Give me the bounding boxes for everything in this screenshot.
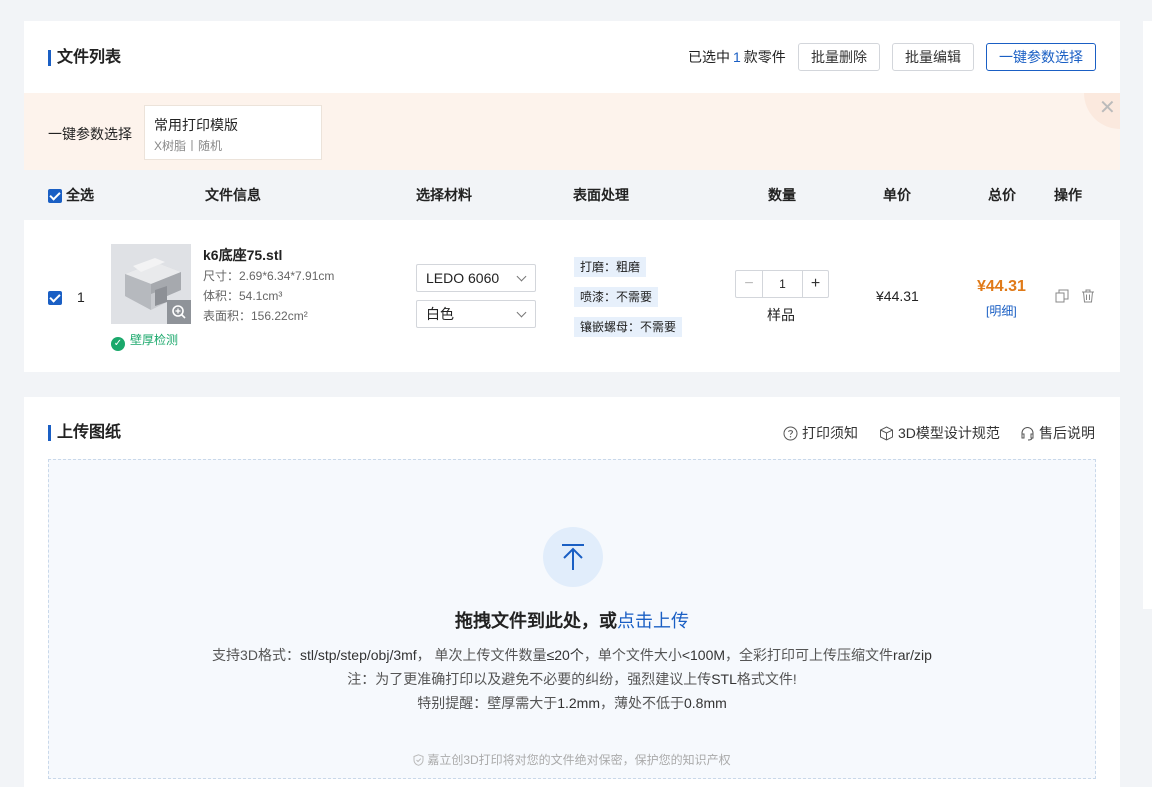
header-select-all[interactable]: 全选 (66, 187, 94, 203)
privacy-note: 嘉立创3D打印将对您的文件绝对保密，保护您的知识产权 (49, 753, 1095, 767)
header-actions: 操作 (1054, 187, 1082, 203)
file-list-card: 文件列表 已选中 1 款零件 批量删除 批量编辑 一键参数选择 一键参数选择 常用打… (24, 21, 1120, 372)
note-text-a: 注：为了更准确打印以及避免不必要的纠纷，强烈建议上传 (347, 671, 712, 687)
dropzone-title: 拖拽文件到此处，或点击上传 (49, 611, 1095, 631)
header-total-price: 总价 (988, 187, 1016, 203)
preset-template-subtitle: X树脂丨随机 (154, 139, 223, 153)
material-select[interactable]: LEDO 6060 (416, 264, 536, 292)
color-value: 白色 (426, 306, 454, 322)
header-quantity: 数量 (768, 187, 796, 203)
row-index: 1 (77, 289, 85, 305)
note-text-b: 格式文件! (736, 671, 797, 687)
zoom-icon[interactable] (167, 300, 191, 324)
upload-card: 上传图纸 打印须知 3D模型设计规范 售后说明 拖拽文件到此处，或点击上传 支持… (24, 397, 1120, 787)
design-spec-link[interactable]: 3D模型设计规范 (879, 425, 1000, 441)
design-spec-label: 3D模型设计规范 (898, 425, 1000, 441)
size-limit: <100M (681, 647, 726, 663)
color-select[interactable]: 白色 (416, 300, 536, 328)
quantity-stepper: − 1 + (735, 270, 829, 298)
upload-dropzone[interactable]: 拖拽文件到此处，或点击上传 支持3D格式：stl/stp/step/obj/3m… (48, 459, 1096, 779)
question-circle-icon (783, 426, 798, 441)
file-size: 尺寸：2.69*6.34*7.91cm (203, 269, 335, 283)
file-volume: 体积：54.1cm³ (203, 289, 283, 303)
material-value: LEDO 6060 (426, 270, 500, 286)
upload-arrow-icon[interactable] (543, 527, 603, 587)
zip-formats: rar/zip (893, 647, 932, 663)
drop-title-text: 拖拽文件到此处，或 (455, 611, 617, 631)
one-click-params-button[interactable]: 一键参数选择 (986, 43, 1096, 71)
shield-icon (413, 754, 424, 766)
wall-thickness-check[interactable]: ✓ 壁厚检测 (111, 332, 178, 351)
file-list-title: 文件列表 (48, 49, 121, 67)
upload-title: 上传图纸 (48, 424, 121, 442)
quantity-plus-button[interactable]: + (802, 271, 828, 297)
count-limit: ≤20个 (546, 647, 584, 663)
format-list: stl/stp/step/obj/3mf (299, 647, 417, 663)
check-circle-icon: ✓ (111, 337, 125, 351)
warning-text-a: 特别提醒：壁厚需大于 (417, 695, 558, 711)
quantity-minus-button[interactable]: − (736, 271, 763, 297)
header-material: 选择材料 (416, 187, 472, 203)
preset-template-card[interactable]: 常用打印模版 X树脂丨随机 (144, 105, 322, 160)
selected-summary: 已选中 1 款零件 (688, 43, 786, 71)
surface-tag-painting[interactable]: 喷漆：不需要 (574, 287, 659, 307)
trash-icon[interactable] (1081, 289, 1095, 303)
surface-tag-nut-insert[interactable]: 镶嵌螺母：不需要 (574, 317, 683, 337)
preset-label: 一键参数选择 (48, 126, 132, 142)
header-surface: 表面处理 (573, 187, 629, 203)
stl-note: 注：为了更准确打印以及避免不必要的纠纷，强烈建议上传STL格式文件! (49, 670, 1095, 688)
selected-count: 1 (733, 49, 741, 65)
price-detail-link[interactable]: [明细] (986, 302, 1017, 319)
batch-edit-button[interactable]: 批量编辑 (892, 43, 974, 71)
warning-thin: 0.8mm (684, 695, 727, 711)
header-unit-price: 单价 (883, 187, 911, 203)
quantity-type-label: 样品 (767, 307, 795, 323)
wall-check-label: 壁厚检测 (130, 333, 179, 347)
file-name: k6底座75.stl (203, 247, 283, 263)
preset-template-title: 常用打印模版 (154, 117, 238, 133)
row-checkbox-icon[interactable] (48, 291, 62, 305)
select-all-checkbox-icon[interactable] (48, 189, 62, 203)
format-label: 支持3D格式： (212, 647, 300, 663)
selected-prefix: 已选中 (688, 49, 730, 65)
headset-icon (1021, 427, 1034, 441)
batch-delete-button[interactable]: 批量删除 (798, 43, 880, 71)
print-notice-link[interactable]: 打印须知 (783, 425, 858, 441)
format-info: 支持3D格式：stl/stp/step/obj/3mf， 单次上传文件数量≤20… (49, 646, 1095, 664)
model-thumbnail[interactable] (111, 244, 191, 324)
header-file-info: 文件信息 (205, 187, 261, 203)
surface-tag-grinding[interactable]: 打磨：粗磨 (574, 257, 647, 277)
wall-warning: 特别提醒：壁厚需大于1.2mm，薄处不低于0.8mm (49, 694, 1095, 712)
quantity-input[interactable]: 1 (763, 271, 802, 297)
click-upload-link[interactable]: 点击上传 (617, 611, 689, 631)
format-text-b: ，单个文件大小 (583, 647, 682, 663)
close-icon[interactable]: ✕ (1099, 98, 1116, 118)
total-price: ¥44.31 (977, 278, 1026, 295)
chevron-down-icon (516, 307, 527, 318)
copy-icon[interactable] (1055, 289, 1069, 303)
warning-thick: 1.2mm (557, 695, 600, 711)
cube-icon (880, 426, 893, 441)
privacy-text: 嘉立创3D打印将对您的文件绝对保密，保护您的知识产权 (427, 753, 731, 767)
after-sales-link[interactable]: 售后说明 (1020, 425, 1095, 441)
file-surface-area: 表面积：156.22cm² (203, 309, 308, 323)
after-sales-label: 售后说明 (1039, 425, 1095, 441)
print-notice-label: 打印须知 (802, 425, 858, 441)
format-text-c: ，全彩打印可上传压缩文件 (725, 647, 894, 663)
unit-price: ¥44.31 (876, 288, 919, 304)
warning-text-b: ，薄处不低于 (600, 695, 684, 711)
preset-bar: 一键参数选择 常用打印模版 X树脂丨随机 ✕ (24, 93, 1120, 170)
selected-suffix: 款零件 (743, 49, 786, 65)
format-text-a: ， 单次上传文件数量 (416, 647, 547, 663)
note-stl: STL (711, 671, 737, 687)
chevron-down-icon (516, 271, 527, 282)
right-panel-edge (1143, 21, 1152, 609)
table-header: 全选 文件信息 选择材料 表面处理 数量 单价 总价 操作 (24, 170, 1120, 220)
